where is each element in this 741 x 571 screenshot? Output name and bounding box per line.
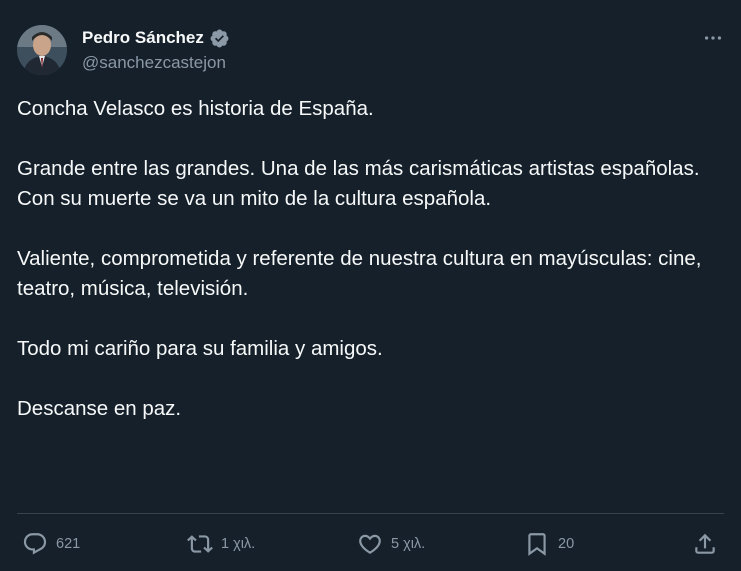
more-options-button[interactable] [699, 24, 727, 52]
tweet-paragraph: Descanse en paz. [17, 397, 182, 420]
share-button[interactable] [692, 530, 718, 558]
reply-button[interactable]: 621 [22, 530, 80, 558]
bookmark-button[interactable]: 20 [524, 530, 574, 558]
retweet-icon [187, 535, 213, 553]
tweet-paragraph: Concha Velasco es historia de España. [17, 97, 374, 120]
tweet-paragraph: Valiente, comprometida y referente de nu… [17, 247, 702, 300]
like-button[interactable]: 5 χιλ. [357, 530, 425, 558]
heart-icon [359, 534, 381, 554]
reply-icon [23, 533, 47, 555]
reply-count: 621 [56, 536, 81, 552]
bookmark-icon [528, 533, 546, 556]
like-count: 5 χιλ. [391, 536, 426, 552]
bookmark-count: 20 [558, 536, 575, 552]
avatar[interactable] [17, 25, 67, 75]
author-display-name[interactable]: Pedro Sánchez [82, 28, 204, 48]
author-name-row[interactable]: Pedro Sánchez [82, 27, 230, 49]
verified-badge-icon [209, 28, 230, 49]
author-handle[interactable]: @sanchezcastejon [82, 53, 226, 73]
retweet-count: 1 χιλ. [221, 536, 256, 552]
more-horizontal-icon [704, 36, 722, 40]
tweet-paragraph: Todo mi cariño para su familia y amigos. [17, 337, 383, 360]
share-icon [695, 533, 715, 554]
avatar-image [17, 25, 67, 75]
tweet-paragraph: Grande entre las grandes. Una de las más… [17, 157, 700, 210]
tweet-text: Concha Velasco es historia de España. Gr… [17, 94, 722, 454]
retweet-button[interactable]: 1 χιλ. [187, 530, 255, 558]
tweet-card: Pedro Sánchez @sanchezcastejon Concha Ve… [0, 0, 741, 571]
divider [17, 513, 724, 514]
